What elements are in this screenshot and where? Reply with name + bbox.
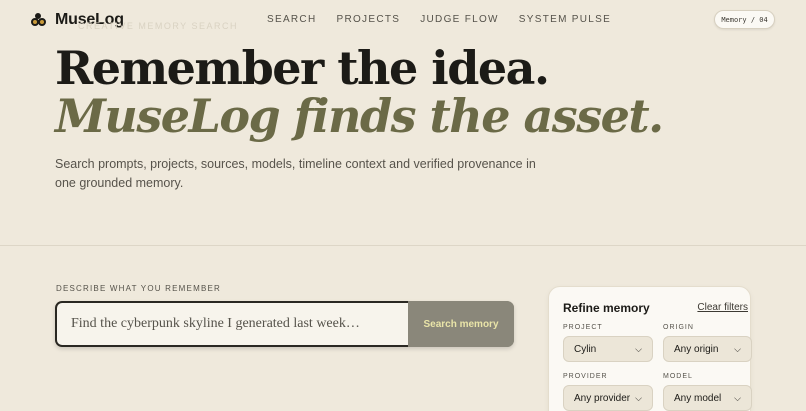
origin-select-value: Any origin: [674, 343, 719, 355]
provider-label: PROVIDER: [563, 373, 608, 380]
project-select[interactable]: Cylin ⌵: [563, 336, 653, 362]
main-nav: SEARCH PROJECTS JUDGE FLOW SYSTEM PULSE: [267, 14, 631, 25]
provider-select-value: Any provider: [574, 392, 631, 404]
refine-panel: Refine memory Clear filters PROJECT Cyli…: [548, 286, 752, 411]
clear-filters-link[interactable]: Clear filters: [697, 302, 748, 313]
chevron-down-icon: ⌵: [734, 343, 741, 354]
nav-system-pulse[interactable]: SYSTEM PULSE: [519, 14, 611, 25]
origin-label: ORIGIN: [663, 324, 694, 331]
search-label: DESCRIBE WHAT YOU REMEMBER: [56, 284, 221, 293]
nav-search[interactable]: SEARCH: [267, 14, 316, 25]
chevron-down-icon: ⌵: [734, 392, 741, 403]
model-select-value: Any model: [674, 392, 722, 404]
nav-projects[interactable]: PROJECTS: [336, 14, 400, 25]
ghost-label: CREATIVE MEMORY SEARCH: [78, 21, 239, 31]
provider-select[interactable]: Any provider ⌵: [563, 385, 653, 411]
origin-select[interactable]: Any origin ⌵: [663, 336, 752, 362]
model-label: MODEL: [663, 373, 693, 380]
memory-badge[interactable]: Memory / 04: [714, 10, 775, 29]
muselog-logo-icon: [31, 13, 47, 27]
chevron-down-icon: ⌵: [635, 392, 642, 403]
section-divider: [0, 245, 806, 246]
header: MuseLog CREATIVE MEMORY SEARCH SEARCH PR…: [0, 0, 806, 42]
nav-judge-flow[interactable]: JUDGE FLOW: [420, 14, 499, 25]
refine-title: Refine memory: [563, 301, 650, 315]
project-select-value: Cylin: [574, 343, 597, 355]
hero-title-plain: Remember the idea.: [55, 41, 550, 95]
search-memory-button[interactable]: Search memory: [408, 301, 514, 347]
hero-subtitle: Search prompts, projects, sources, model…: [55, 157, 536, 190]
chevron-down-icon: ⌵: [635, 343, 642, 354]
project-label: PROJECT: [563, 324, 603, 331]
hero-title-accent: MuseLog finds the asset.: [55, 89, 664, 143]
search-box: Search memory: [55, 301, 514, 347]
model-select[interactable]: Any model ⌵: [663, 385, 752, 411]
hero-title: Remember the idea. MuseLog finds the ass…: [55, 44, 775, 140]
search-input[interactable]: [55, 301, 408, 347]
